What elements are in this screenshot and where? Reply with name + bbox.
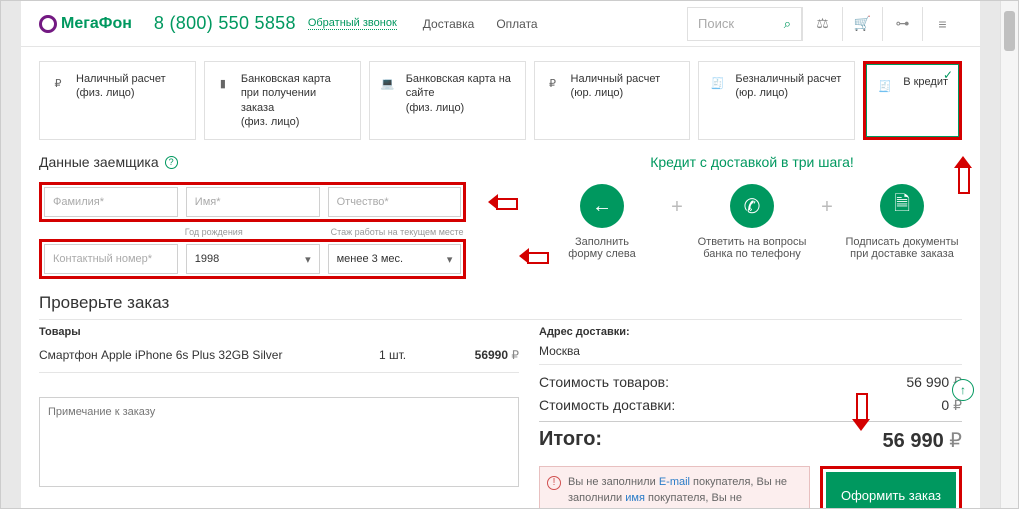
borrower-title: Данные заемщика — [39, 154, 159, 170]
tile-card-on-delivery[interactable]: ▮ Банковская карта при получении заказа … — [204, 61, 361, 140]
firstname-input[interactable]: Имя* — [186, 187, 320, 217]
goods-label: Товары — [39, 326, 519, 338]
payment-method-tiles: ₽ Наличный расчет (физ. лицо) ▮ Банковск… — [21, 47, 980, 154]
tile-cash-legal[interactable]: ₽ Наличный расчет (юр. лицо) — [534, 61, 691, 140]
phone-icon: ✆ — [730, 184, 774, 228]
ruble-icon: ₽ — [543, 74, 563, 94]
callback-link[interactable]: Обратный звонок — [308, 17, 397, 30]
arrow-left-icon: ← — [580, 184, 624, 228]
ruble-icon: ₽ — [48, 74, 68, 94]
submit-order-button[interactable]: Оформить заказ — [826, 472, 956, 509]
sum-delivery-label: Стоимость доставки: — [539, 397, 941, 414]
year-label: Год рождения — [183, 224, 321, 239]
warn-link-name[interactable]: имя — [625, 492, 645, 504]
logo-icon — [39, 15, 57, 33]
credit-icon: 🧾 — [875, 77, 895, 97]
info-icon[interactable]: ? — [165, 156, 178, 169]
year-select[interactable]: 1998 — [186, 244, 320, 274]
search-icon[interactable]: ⌕ — [784, 16, 791, 32]
logo-text: МегаФон — [61, 15, 132, 33]
tile-noncash-legal[interactable]: 🧾 Безналичный расчет (юр. лицо) — [698, 61, 855, 140]
tenure-select[interactable]: менее 3 мес. — [328, 244, 462, 274]
tile-sub: (физ. лицо) — [241, 115, 350, 129]
step-2: ✆ Ответить на вопросы банка по телефону — [692, 184, 812, 260]
login-icon[interactable]: ⊶ — [882, 7, 922, 41]
phone-number: 8 (800) 550 5858 — [154, 13, 296, 34]
sum-total-label: Итого: — [539, 428, 883, 453]
plus-icon: + — [662, 196, 692, 249]
laptop-icon: 💻 — [378, 74, 398, 94]
contact-phone-input[interactable]: Контактный номер* — [44, 244, 178, 274]
validation-warning: ! Вы не заполнили E-mail покупателя, Вы … — [539, 466, 810, 509]
tile-title: Банковская карта на сайте — [406, 72, 515, 101]
search-input[interactable]: Поиск ⌕ — [687, 7, 802, 41]
product-name: Смартфон Apple iPhone 6s Plus 32GB Silve… — [39, 348, 379, 362]
document-icon: 🗎 — [880, 184, 924, 228]
plus-icon: + — [812, 196, 842, 249]
search-placeholder: Поиск — [698, 16, 784, 31]
middlename-input[interactable]: Отчество* — [328, 187, 462, 217]
scroll-top-button[interactable]: ↑ — [952, 379, 974, 401]
tenure-label: Стаж работы на текущем месте — [329, 224, 467, 239]
tile-sub: (физ. лицо) — [76, 86, 185, 100]
tile-sub: (юр. лицо) — [735, 86, 844, 100]
warn-link-email[interactable]: E-mail — [659, 476, 690, 488]
terminal-icon: ▮ — [213, 74, 233, 94]
cart-icon[interactable]: 🛒 — [842, 7, 882, 41]
tile-sub: (физ. лицо) — [406, 101, 515, 115]
product-qty: 1 шт. — [379, 348, 439, 362]
annotation-arrow-left-1 — [488, 193, 520, 211]
logo[interactable]: МегаФон — [39, 15, 132, 33]
invoice-icon: 🧾 — [707, 74, 727, 94]
product-price: 56990 — [439, 348, 519, 362]
sum-total-value: 56 990 — [883, 428, 962, 453]
order-note-textarea[interactable] — [39, 397, 519, 487]
step-3: 🗎 Подписать документы при доставке заказ… — [842, 184, 962, 260]
tile-title: Безналичный расчет — [735, 72, 844, 86]
order-review-title: Проверьте заказ — [39, 293, 962, 313]
tile-sub: (юр. лицо) — [571, 86, 680, 100]
annotation-arrow-up — [954, 156, 972, 196]
tile-cash-individual[interactable]: ₽ Наличный расчет (физ. лицо) — [39, 61, 196, 140]
address-label: Адрес доставки: — [539, 326, 962, 338]
product-row: Смартфон Apple iPhone 6s Plus 32GB Silve… — [39, 344, 519, 366]
tile-title: В кредит — [903, 75, 948, 89]
lastname-input[interactable]: Фамилия* — [44, 187, 178, 217]
header: МегаФон 8 (800) 550 5858 Обратный звонок… — [21, 1, 980, 47]
warning-icon: ! — [547, 476, 561, 490]
menu-icon[interactable]: ≡ — [922, 7, 962, 41]
nav-delivery[interactable]: Доставка — [423, 17, 475, 31]
nav-payment[interactable]: Оплата — [496, 17, 537, 31]
step-1: ← Заполнить форму слева — [542, 184, 662, 260]
tile-title: Банковская карта при получении заказа — [241, 72, 350, 115]
annotation-arrow-left-2 — [519, 247, 551, 265]
tile-credit[interactable]: 🧾 В кредит — [866, 64, 959, 137]
tile-title: Наличный расчет — [76, 72, 185, 86]
address-value: Москва — [539, 344, 962, 358]
steps-title: Кредит с доставкой в три шага! — [542, 154, 962, 170]
tile-card-online[interactable]: 💻 Банковская карта на сайте (физ. лицо) — [369, 61, 526, 140]
page-scrollbar[interactable] — [1000, 1, 1018, 508]
steps-row: ← Заполнить форму слева + ✆ Ответить на … — [542, 184, 962, 260]
tile-title: Наличный расчет — [571, 72, 680, 86]
sum-goods-label: Стоимость товаров: — [539, 374, 906, 391]
annotation-arrow-down — [852, 391, 870, 431]
compare-icon[interactable]: ⚖ — [802, 7, 842, 41]
